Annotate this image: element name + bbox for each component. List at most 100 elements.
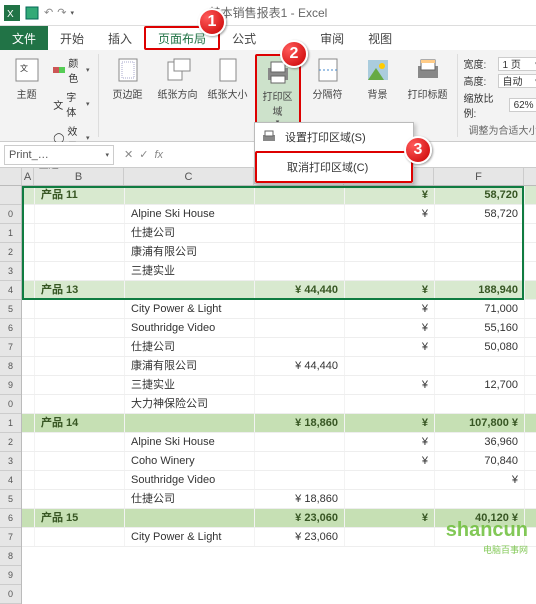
cell[interactable]: 12,700 (435, 376, 525, 394)
namebox-dropdown-icon[interactable]: ▾ (105, 151, 109, 159)
table-row[interactable]: 康浦有限公司¥ 44,440 (22, 357, 536, 376)
scale-input[interactable]: 62% (509, 98, 536, 112)
cell[interactable] (345, 490, 435, 508)
cell[interactable]: ¥ (345, 281, 435, 299)
cell[interactable]: Southridge Video (125, 319, 255, 337)
enter-icon[interactable]: ✓ (139, 148, 148, 161)
cell[interactable] (22, 414, 35, 432)
menu-set-print-area[interactable]: 设置打印区域(S) (255, 123, 413, 151)
tab-home[interactable]: 开始 (48, 26, 96, 50)
cells[interactable]: 产品 11¥58,720Alpine Ski House¥58,720仕捷公司康… (22, 186, 536, 604)
row-header[interactable]: 6 (0, 319, 21, 338)
table-row[interactable]: 康浦有限公司 (22, 243, 536, 262)
cell[interactable] (22, 243, 35, 261)
cell[interactable]: ¥ (345, 319, 435, 337)
table-row[interactable]: Coho Winery¥70,840 (22, 452, 536, 471)
cell[interactable] (22, 528, 35, 546)
cell[interactable] (22, 224, 35, 242)
table-row[interactable]: 产品 11¥58,720 (22, 186, 536, 205)
cell[interactable]: 仕捷公司 (125, 490, 255, 508)
cell[interactable] (255, 319, 345, 337)
qat-dropdown-icon[interactable]: ▾ (70, 9, 74, 17)
cell[interactable] (35, 376, 125, 394)
row-header[interactable]: 0 (0, 585, 21, 604)
cell[interactable] (255, 395, 345, 413)
cell[interactable] (35, 338, 125, 356)
row-header[interactable]: 4 (0, 281, 21, 300)
cell[interactable] (125, 509, 255, 527)
table-row[interactable]: Alpine Ski House¥36,960 (22, 433, 536, 452)
tab-insert[interactable]: 插入 (96, 26, 144, 50)
cell[interactable] (255, 186, 345, 204)
cell[interactable] (35, 471, 125, 489)
cell[interactable]: 107,800 ¥ (435, 414, 525, 432)
cell[interactable]: 仕捷公司 (125, 338, 255, 356)
cell[interactable] (255, 471, 345, 489)
col-B[interactable]: B (34, 168, 124, 185)
name-box[interactable]: Print_…▾ (4, 145, 114, 165)
row-header[interactable]: 6 (0, 509, 21, 528)
cell[interactable] (35, 357, 125, 375)
cell[interactable]: 71,000 (435, 300, 525, 318)
print-titles-button[interactable]: 打印标题 (405, 54, 451, 103)
cell[interactable] (255, 224, 345, 242)
row-header[interactable]: 1 (0, 414, 21, 433)
col-A[interactable]: A (22, 168, 34, 185)
table-row[interactable]: Southridge Video ¥ (22, 471, 536, 490)
cell[interactable] (35, 452, 125, 470)
margins-button[interactable]: 页边距 (105, 54, 151, 103)
cell[interactable] (435, 395, 525, 413)
table-row[interactable]: 仕捷公司¥50,080 (22, 338, 536, 357)
themes-button[interactable]: 文 主题 (6, 54, 47, 103)
cell[interactable]: 三捷实业 (125, 376, 255, 394)
table-row[interactable]: City Power & Light¥71,000 (22, 300, 536, 319)
cell[interactable] (22, 471, 35, 489)
cell[interactable] (435, 357, 525, 375)
row-header[interactable]: 9 (0, 376, 21, 395)
breaks-button[interactable]: 分隔符 (305, 54, 351, 103)
cell[interactable]: 36,960 (435, 433, 525, 451)
cell[interactable] (255, 452, 345, 470)
cell[interactable] (22, 338, 35, 356)
tab-review[interactable]: 审阅 (308, 26, 356, 50)
cell[interactable] (435, 262, 525, 280)
cell[interactable] (345, 471, 435, 489)
cell[interactable] (255, 338, 345, 356)
table-row[interactable]: 三捷实业 (22, 262, 536, 281)
row-header[interactable] (0, 186, 21, 205)
cell[interactable] (345, 528, 435, 546)
colors-button[interactable]: 颜色▾ (51, 54, 91, 86)
cell[interactable]: ¥ (345, 376, 435, 394)
undo-icon[interactable]: ↶ (44, 6, 53, 19)
cell[interactable]: ¥ (345, 433, 435, 451)
table-row[interactable]: 大力神保险公司 (22, 395, 536, 414)
cell[interactable] (35, 490, 125, 508)
cell[interactable] (35, 433, 125, 451)
height-select[interactable]: 自动▾ (498, 74, 536, 88)
cell[interactable]: 产品 13 (35, 281, 125, 299)
cell[interactable] (22, 319, 35, 337)
cell[interactable]: Southridge Video (125, 471, 255, 489)
fonts-button[interactable]: 文字体▾ (51, 88, 91, 120)
orientation-button[interactable]: 纸张方向 (155, 54, 201, 103)
cell[interactable] (22, 186, 35, 204)
cell[interactable] (345, 357, 435, 375)
cell[interactable]: ¥ (345, 300, 435, 318)
cell[interactable] (255, 205, 345, 223)
cell[interactable]: ¥ (345, 205, 435, 223)
cell[interactable]: 产品 15 (35, 509, 125, 527)
cell[interactable]: 58,720 (435, 205, 525, 223)
cell[interactable] (22, 433, 35, 451)
cell[interactable] (255, 300, 345, 318)
cell[interactable]: 康浦有限公司 (125, 357, 255, 375)
cell[interactable] (22, 262, 35, 280)
cell[interactable] (345, 243, 435, 261)
cell[interactable]: 三捷实业 (125, 262, 255, 280)
fx-icon[interactable]: fx (154, 149, 163, 161)
row-header[interactable]: 3 (0, 452, 21, 471)
select-all-button[interactable] (0, 168, 22, 185)
cell[interactable] (435, 490, 525, 508)
cell[interactable] (35, 528, 125, 546)
cell[interactable]: 50,080 (435, 338, 525, 356)
cell[interactable]: ¥ 18,860 (255, 490, 345, 508)
